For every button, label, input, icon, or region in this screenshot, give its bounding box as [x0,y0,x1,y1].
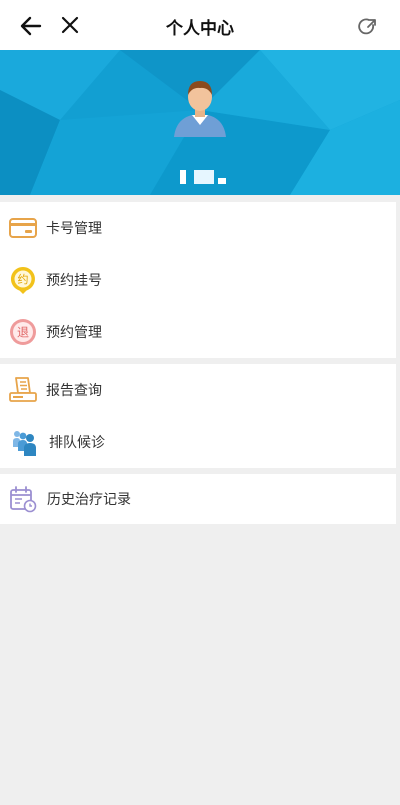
top-navigation-bar: 个人中心 [0,0,400,50]
calendar-clock-icon [10,486,37,513]
menu-item-treatment-history[interactable]: 历史治疗记录 [0,474,396,524]
profile-banner [0,50,400,195]
username-redaction [180,170,186,184]
cancel-badge-text: 退 [17,326,29,340]
menu-item-appointment-booking[interactable]: 约 预约挂号 [0,254,396,306]
user-avatar-icon[interactable] [168,75,232,139]
report-printer-icon [9,377,37,402]
menu-item-queue-waiting[interactable]: 排队候诊 [0,416,396,468]
username-redaction [194,170,214,184]
menu-item-label: 预约挂号 [46,273,102,289]
page-title: 个人中心 [166,19,234,39]
menu-item-card-management[interactable]: 卡号管理 [0,202,396,254]
menu-item-label: 预约管理 [46,325,102,341]
appointment-badge-icon: 约 [10,267,35,294]
menu-group-reports: 报告查询 排队候诊 [0,364,396,468]
menu-item-label: 卡号管理 [46,221,102,237]
menu-group-account: 卡号管理 约 预约挂号 退 预约管理 [0,202,396,358]
share-icon[interactable] [358,17,378,37]
menu-item-label: 历史治疗记录 [47,492,131,508]
menu-item-report-query[interactable]: 报告查询 [0,364,396,416]
username-redaction [218,178,226,184]
queue-people-icon [13,431,36,456]
menu-group-history: 历史治疗记录 [0,474,396,524]
menu-item-label: 报告查询 [46,383,102,399]
cancel-badge-icon: 退 [10,319,36,345]
appointment-badge-text: 约 [18,273,29,286]
menu-item-appointment-management[interactable]: 退 预约管理 [0,306,396,358]
card-icon [9,218,37,238]
menu-item-label: 排队候诊 [49,435,105,451]
